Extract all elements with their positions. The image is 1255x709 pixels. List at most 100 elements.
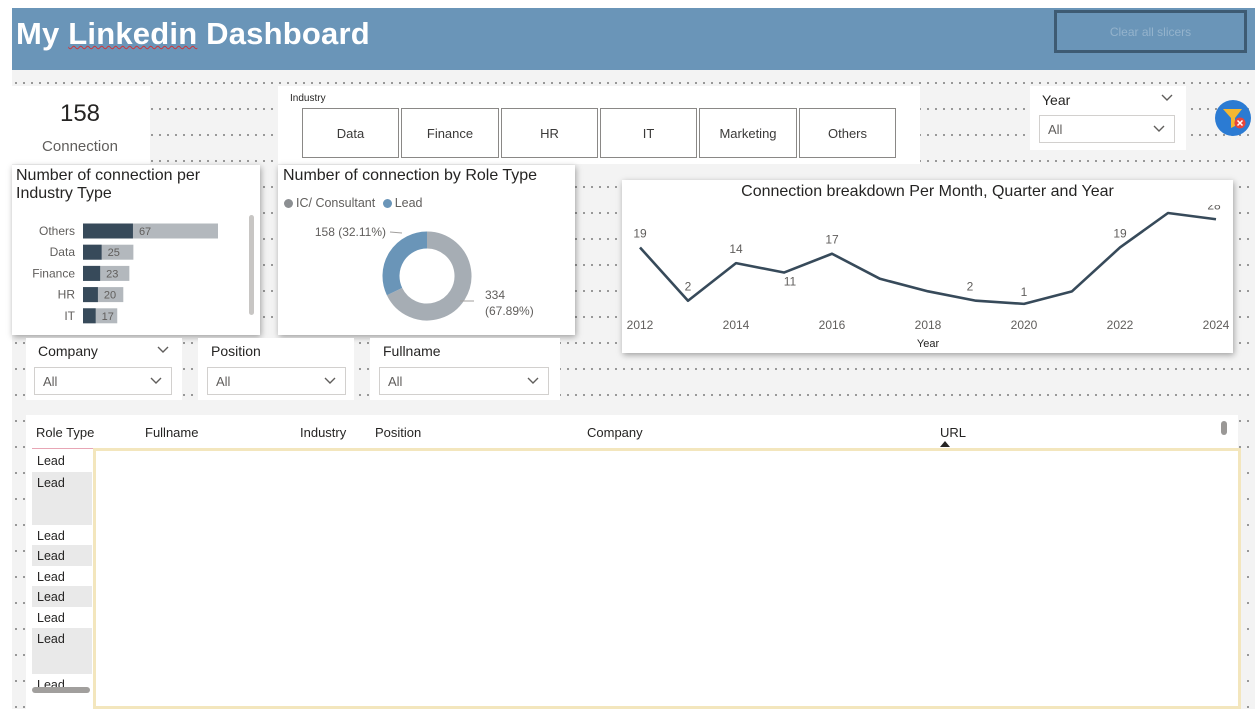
chevron-down-icon [527, 377, 539, 384]
donut-leader-line [389, 231, 403, 234]
sort-descending-icon[interactable] [940, 441, 950, 447]
line-data-label: 2 [967, 280, 974, 294]
bar-value-label: 25 [108, 247, 120, 259]
line-data-label: 17 [825, 233, 839, 247]
line-data-label: 19 [1113, 226, 1127, 240]
line-chart-title: Connection breakdown Per Month, Quarter … [741, 183, 1114, 200]
bar-chart-scrollbar[interactable] [249, 215, 254, 315]
kpi-value: 158 [59, 100, 101, 127]
industry-option-finance[interactable]: Finance [401, 108, 499, 158]
role-type-cell: Lead [37, 454, 65, 468]
bar-category-label: HR [58, 288, 76, 302]
position-dropdown-value: All [216, 373, 231, 389]
industry-option-others[interactable]: Others [799, 108, 896, 158]
fullname-slicer-title: Fullname [383, 343, 441, 359]
table-row[interactable]: Lead [32, 607, 92, 628]
table-row[interactable]: Lead [32, 628, 92, 674]
year-dropdown[interactable]: All [1039, 115, 1175, 143]
position-slicer-title: Position [211, 343, 261, 359]
table-row[interactable]: Lead [32, 566, 92, 586]
column-header-industry[interactable]: Industry [300, 425, 346, 440]
x-tick-label: 2016 [819, 318, 846, 332]
bar-value-label: 20 [104, 290, 116, 302]
connection-line-chart: 19 2 14 11 17 2 1 19 30 28 2012 2014 2016 2018 2020 202… [627, 205, 1230, 350]
x-tick-label: 2020 [1011, 318, 1038, 332]
legend-item-ic-consultant[interactable]: IC/ Consultant [284, 196, 375, 210]
x-tick-label: 2012 [627, 318, 654, 332]
column-header-role-type[interactable]: Role Type [36, 425, 94, 440]
x-tick-label: 2022 [1107, 318, 1134, 332]
table-vertical-scrollbar[interactable] [1221, 421, 1227, 435]
page-title: My Linkedin Dashboard [16, 16, 370, 51]
industry-bar-chart: Others 67 Data 25 Finance 23 HR 20 IT 17 [32, 223, 218, 324]
fullname-dropdown-value: All [388, 373, 403, 389]
chevron-down-icon [150, 377, 162, 384]
x-axis-title: Year [917, 338, 940, 350]
bar-dark[interactable] [83, 223, 133, 239]
role-type-cell: Lead [37, 476, 65, 490]
role-type-cell: Lead [37, 632, 65, 646]
bar-dark[interactable] [83, 265, 101, 281]
chevron-down-icon[interactable] [156, 344, 170, 356]
bar-category-label: Others [39, 224, 75, 238]
bar-dark[interactable] [83, 287, 98, 303]
line-data-label: 30 [1161, 205, 1175, 206]
table-header-underline [32, 448, 93, 449]
table-body: Lead Lead Lead Lead Lead Lead Lead Lead Lead [32, 450, 92, 696]
column-header-company[interactable]: Company [587, 425, 643, 440]
role-type-cell: Lead [37, 590, 65, 604]
company-dropdown-value: All [43, 373, 58, 389]
company-slicer-title: Company [38, 343, 98, 359]
year-dropdown-value: All [1048, 121, 1063, 137]
role-type-cell: Lead [37, 611, 65, 625]
chevron-down-icon [324, 377, 336, 384]
chevron-down-icon[interactable] [1160, 92, 1174, 104]
bar-value-label: 67 [139, 226, 151, 238]
line-series[interactable] [639, 211, 1217, 306]
line-data-label: 19 [633, 226, 647, 240]
bar-category-label: Data [50, 245, 76, 259]
donut-label-lead: 158 (32.11%) [315, 225, 386, 239]
bar-category-label: Finance [32, 266, 75, 280]
column-header-position[interactable]: Position [375, 425, 421, 440]
bar-value-label: 17 [102, 311, 114, 323]
table-row[interactable]: Lead [32, 472, 92, 525]
clear-all-slicers-button[interactable]: Clear all slicers [1054, 10, 1247, 53]
donut-label-ic-consultant-pct: (67.89%) [485, 304, 534, 318]
table-row[interactable]: Lead [32, 450, 92, 472]
bar-category-label: IT [64, 309, 75, 323]
industry-option-it[interactable]: IT [600, 108, 697, 158]
position-dropdown[interactable]: All [207, 367, 346, 395]
table-row[interactable]: Lead [32, 586, 92, 607]
donut-slice-lead[interactable] [382, 231, 428, 296]
chevron-down-icon [1153, 125, 1165, 132]
role-donut-chart: 158 (32.11%) 334 (67.89%) [315, 225, 534, 321]
donut-label-ic-consultant-value: 334 [485, 288, 505, 302]
industry-option-hr[interactable]: HR [501, 108, 598, 158]
x-tick-label: 2018 [915, 318, 942, 332]
industry-option-data[interactable]: Data [302, 108, 399, 158]
industry-option-marketing[interactable]: Marketing [699, 108, 797, 158]
line-data-label: 11 [784, 275, 797, 289]
bar-dark[interactable] [83, 244, 102, 260]
year-slicer-title: Year [1042, 92, 1071, 108]
legend-item-lead[interactable]: Lead [382, 196, 423, 210]
bar-dark[interactable] [83, 308, 96, 324]
table-horizontal-scrollbar[interactable] [32, 687, 90, 693]
role-type-cell: Lead [37, 529, 65, 543]
column-header-fullname[interactable]: Fullname [145, 425, 198, 440]
line-data-label: 28 [1207, 205, 1221, 212]
filter-clear-icon[interactable] [1214, 99, 1252, 137]
line-data-label: 2 [685, 280, 692, 294]
role-type-cell: Lead [37, 549, 65, 563]
column-header-url[interactable]: URL [940, 425, 966, 440]
company-dropdown[interactable]: All [34, 367, 172, 395]
bar-value-label: 23 [106, 268, 118, 280]
table-row[interactable]: Lead [32, 525, 92, 545]
donut-chart-title: Number of connection by Role Type [283, 167, 538, 184]
table-row[interactable]: Lead [32, 545, 92, 566]
line-data-label: 1 [1021, 285, 1028, 299]
line-data-label: 14 [729, 242, 743, 256]
x-tick-label: 2024 [1203, 318, 1230, 332]
fullname-dropdown[interactable]: All [379, 367, 549, 395]
